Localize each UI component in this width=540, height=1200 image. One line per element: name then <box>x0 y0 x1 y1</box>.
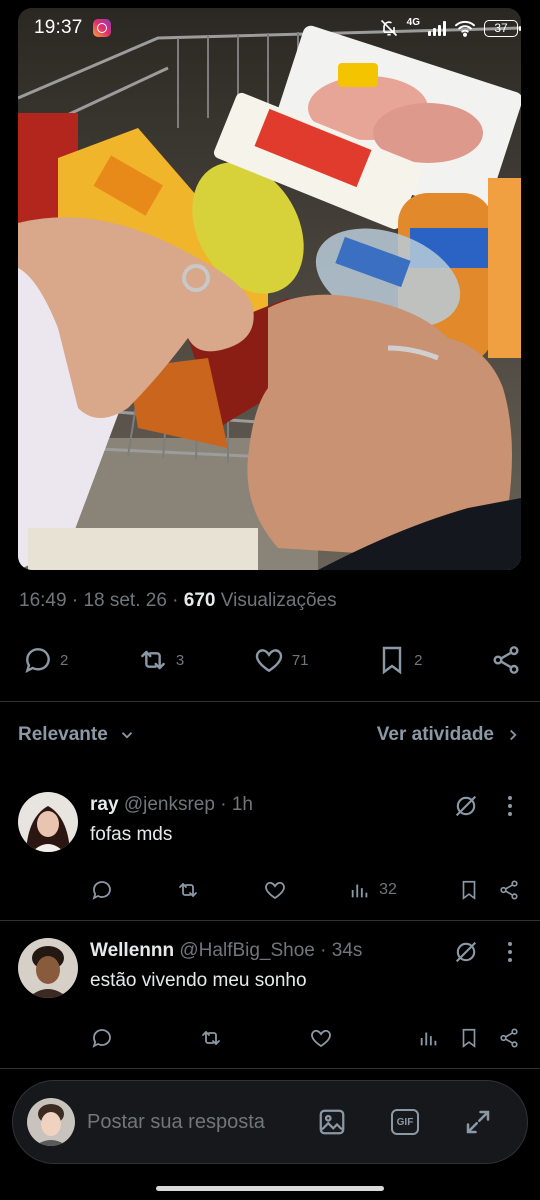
more-options-button[interactable] <box>500 794 520 818</box>
post-time: 16:49 <box>19 590 67 611</box>
vertical-dots-icon <box>508 796 512 816</box>
network-type: 4G <box>406 16 420 28</box>
chevron-down-icon <box>121 732 132 739</box>
sort-dropdown[interactable]: Relevante <box>18 724 136 746</box>
speech-bubble-icon[interactable] <box>90 1026 114 1050</box>
bookmark-button[interactable]: 2 <box>376 644 422 676</box>
view-activity-link[interactable]: Ver atividade <box>377 724 522 746</box>
reply-actions <box>90 1026 520 1050</box>
bookmark-icon[interactable] <box>458 1026 480 1050</box>
post-meta: 16:49 · 18 set. 26 · 670 Visualizações <box>19 590 337 611</box>
speech-bubble-icon <box>25 648 50 673</box>
gif-button[interactable]: GIF <box>391 1109 419 1135</box>
like-button[interactable]: 71 <box>252 644 309 676</box>
grok-button[interactable] <box>452 938 480 966</box>
bar-chart-icon[interactable] <box>418 1027 440 1049</box>
reply-header: ray @jenksrep · 1h <box>90 794 253 815</box>
divider <box>0 701 540 702</box>
more-options-button[interactable] <box>500 940 520 964</box>
status-bar: 19:37 4G 37 <box>0 0 540 56</box>
heart-icon[interactable] <box>308 1026 334 1050</box>
post-views-count: 670 <box>183 590 216 611</box>
reply-item[interactable]: Wellennn @HalfBig_Shoe · 34s estão viven… <box>0 926 540 1066</box>
bookmark-icon[interactable] <box>458 878 480 902</box>
repost-arrows-icon[interactable] <box>198 1026 224 1050</box>
heart-icon <box>255 649 282 673</box>
repost-arrows-icon <box>141 650 165 670</box>
instagram-notification-icon <box>92 19 111 37</box>
image-icon[interactable] <box>317 1107 347 1137</box>
reply-text: estão vivendo meu sonho <box>90 970 307 991</box>
reply-count: 2 <box>60 651 69 669</box>
share-button[interactable] <box>490 644 522 676</box>
post-views-label: Visualizações <box>220 590 337 611</box>
battery-icon: 37 <box>484 19 521 37</box>
avatar[interactable] <box>18 792 78 852</box>
bell-muted-icon <box>379 18 399 38</box>
reply-input[interactable]: Postar sua resposta <box>87 1111 317 1134</box>
share-icon[interactable] <box>498 878 520 902</box>
like-count: 71 <box>291 651 309 669</box>
reply-header: Wellennn @HalfBig_Shoe · 34s <box>90 940 363 961</box>
heart-icon[interactable] <box>262 878 288 902</box>
post-photo[interactable] <box>18 8 521 570</box>
divider <box>0 1068 540 1069</box>
repost-arrows-icon[interactable] <box>175 878 201 902</box>
sort-label: Relevante <box>18 724 108 745</box>
grok-slash-icon <box>455 941 477 963</box>
bookmark-count: 2 <box>414 651 423 669</box>
gif-label: GIF <box>396 1116 414 1128</box>
repost-button[interactable]: 3 <box>136 644 184 676</box>
speech-bubble-icon[interactable] <box>90 878 114 902</box>
avatar[interactable] <box>18 938 78 998</box>
repost-count: 3 <box>175 651 185 669</box>
expand-arrows-icon[interactable] <box>463 1107 493 1137</box>
chevron-right-icon <box>510 729 517 741</box>
reply-actions: 32 <box>90 878 520 902</box>
view-activity-label: Ver atividade <box>376 724 494 745</box>
reply-item[interactable]: ray @jenksrep · 1h fofas mds 32 <box>0 780 540 920</box>
views-button[interactable]: 32 <box>349 879 397 901</box>
reply-sort-bar: Relevante Ver atividade <box>18 724 522 746</box>
signal-icon <box>428 20 446 36</box>
grok-slash-icon <box>455 795 477 817</box>
post-actions: 2 3 71 2 <box>22 640 522 680</box>
reply-author-name[interactable]: ray <box>90 794 119 815</box>
reply-author-handle[interactable]: @HalfBig_Shoe <box>179 940 314 961</box>
post-date: 18 set. 26 <box>83 590 167 611</box>
divider <box>0 920 540 921</box>
share-icon[interactable] <box>498 1026 520 1050</box>
grok-button[interactable] <box>452 792 480 820</box>
home-indicator[interactable] <box>156 1186 384 1191</box>
reply-time: 34s <box>331 940 363 961</box>
wifi-icon <box>454 19 476 37</box>
reply-composer[interactable]: Postar sua resposta GIF <box>12 1080 528 1164</box>
reply-time: 1h <box>231 794 253 815</box>
reply-views-count: 32 <box>379 881 397 898</box>
bookmark-icon <box>382 646 402 675</box>
reply-button[interactable]: 2 <box>22 644 68 676</box>
current-user-avatar <box>27 1098 75 1146</box>
bar-chart-icon <box>351 884 368 898</box>
reply-author-handle[interactable]: @jenksrep <box>124 794 215 815</box>
share-icon <box>493 646 519 674</box>
vertical-dots-icon <box>508 942 512 962</box>
status-time: 19:37 <box>34 17 83 38</box>
reply-text: fofas mds <box>90 824 173 845</box>
reply-author-name[interactable]: Wellennn <box>90 940 174 961</box>
